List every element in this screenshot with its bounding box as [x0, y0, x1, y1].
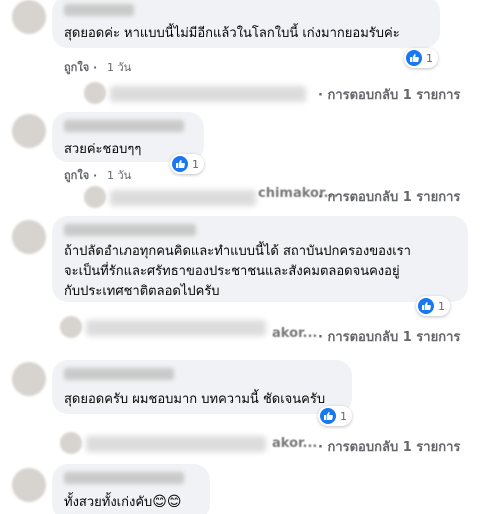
reply-avatar[interactable]	[60, 432, 82, 454]
comment-actions: ถูกใจ · 1 วัน	[64, 61, 132, 74]
author-name-blurred[interactable]	[64, 368, 174, 380]
comment-time[interactable]: 1 วัน	[107, 169, 131, 182]
author-name-blurred[interactable]	[64, 472, 184, 484]
view-replies-link[interactable]: · การตอบกลับ 1 รายการ	[318, 436, 460, 457]
reaction-badge[interactable]: 1	[318, 406, 352, 426]
like-icon	[406, 50, 422, 66]
view-replies-link[interactable]: · การตอบกลับ 1 รายการ	[318, 326, 460, 347]
like-icon	[320, 408, 336, 424]
author-name-blurred[interactable]	[64, 224, 196, 236]
avatar[interactable]	[12, 468, 46, 502]
like-icon	[418, 298, 434, 314]
reply-avatar[interactable]	[84, 82, 106, 104]
reaction-count: 1	[438, 299, 445, 313]
comment-actions: ถูกใจ · 1 วัน	[64, 169, 132, 182]
comment-bubble: สุดยอดครับ ผมชอบมาก บทความนี้ ชัดเจนครับ	[52, 360, 352, 414]
comment-text-body: ทั้งสวยทั้งเก่งคับ	[64, 495, 153, 510]
reaction-badge[interactable]: 1	[416, 296, 450, 316]
reply-avatar[interactable]	[60, 316, 82, 338]
comment-text: ถ้าปลัดอำเภอทุกคนคิดและทำแบบนี้ได้ สถาบั…	[64, 244, 411, 299]
comment-time[interactable]: 1 วัน	[107, 61, 131, 74]
comment-bubble: ถ้าปลัดอำเภอทุกคนคิดและทำแบบนี้ได้ สถาบั…	[52, 216, 468, 302]
reaction-count: 1	[426, 51, 433, 65]
like-link[interactable]: ถูกใจ	[64, 61, 89, 74]
reply-author-name[interactable]: akor...	[272, 326, 317, 341]
comment-text: ทั้งสวยทั้งเก่งคับ😊😊	[64, 492, 198, 513]
view-replies-link[interactable]: · การตอบกลับ 1 รายการ	[318, 84, 460, 105]
reply-avatar[interactable]	[84, 186, 106, 208]
like-link[interactable]: ถูกใจ	[64, 169, 89, 182]
reaction-badge[interactable]: 1	[170, 154, 204, 174]
comment-text: สุดยอดครับ ผมชอบมาก บทความนี้ ชัดเจนครับ	[64, 392, 326, 407]
author-name-blurred[interactable]	[64, 120, 184, 132]
reaction-count: 1	[192, 157, 199, 171]
comment-text: สุดยอดค่ะ หาแบบนี้ไม่มีอีกแล้วในโลกใบนี้…	[64, 26, 400, 41]
comment-bubble: ทั้งสวยทั้งเก่งคับ😊😊	[52, 464, 210, 514]
author-name-blurred[interactable]	[64, 4, 134, 16]
avatar[interactable]	[12, 220, 46, 254]
reply-author-blurred[interactable]	[110, 86, 306, 102]
comments-page: สุดยอดค่ะ หาแบบนี้ไม่มีอีกแล้วในโลกใบนี้…	[0, 0, 496, 514]
reaction-badge[interactable]: 1	[404, 48, 438, 68]
avatar[interactable]	[12, 0, 46, 34]
view-replies-link[interactable]: · การตอบกลับ 1 รายการ	[318, 186, 460, 207]
reply-author-blurred[interactable]	[86, 320, 266, 336]
avatar[interactable]	[12, 362, 46, 396]
like-icon	[172, 156, 188, 172]
smile-emoji-icon: 😊😊	[152, 494, 182, 510]
reply-author-blurred[interactable]	[110, 190, 256, 206]
avatar[interactable]	[12, 114, 46, 148]
reply-author-name[interactable]: akor...	[272, 436, 317, 451]
reply-author-blurred[interactable]	[86, 436, 266, 452]
reaction-count: 1	[340, 409, 347, 423]
comment-bubble: สุดยอดค่ะ หาแบบนี้ไม่มีอีกแล้วในโลกใบนี้…	[52, 0, 440, 48]
